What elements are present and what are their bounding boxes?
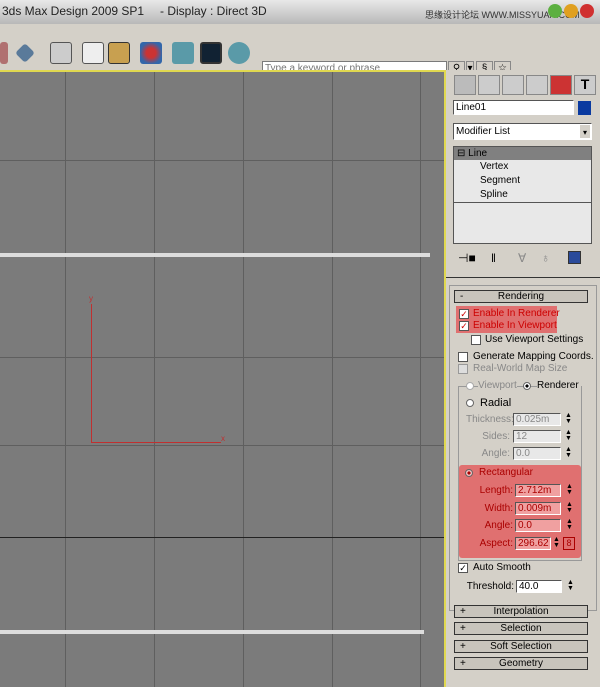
lock-aspect-icon[interactable]: 8 [563,537,575,550]
motion-tab-icon[interactable] [526,75,548,95]
rect-angle-label: Angle: [484,520,513,531]
radial-radio[interactable] [466,399,474,407]
curve-editor-icon[interactable] [82,42,104,64]
renderer-radio[interactable] [523,382,531,390]
generate-mapping-checkbox[interactable] [458,352,468,362]
modifier-list-dropdown[interactable]: Modifier List ▾ [453,123,592,140]
real-world-checkbox[interactable] [458,364,468,374]
length-spinner[interactable]: ▲ ▼ [565,483,574,497]
angle-field[interactable]: 0.0 [513,447,561,460]
angle-label: Angle: [481,448,510,459]
material-editor-icon[interactable] [140,42,162,64]
title-bar: 3ds Max Design 2009 SP1 - Display : Dire… [0,0,600,24]
maximize-button[interactable] [564,4,578,18]
main-toolbar: ⚲ ▾ § ☆ [0,24,600,76]
display-tab-icon[interactable] [550,75,572,95]
y-axis-label: y [89,294,93,303]
minimize-button[interactable] [548,4,562,18]
stack-item-spline[interactable]: Spline [454,188,591,203]
y-axis [91,304,92,443]
x-axis-label: x [221,434,225,443]
enable-renderer-checkbox[interactable]: ✓ [459,309,469,319]
line-object[interactable] [0,253,430,257]
auto-smooth-checkbox[interactable]: ✓ [458,563,468,573]
utilities-hammer-icon[interactable]: T [574,75,596,95]
pin-stack-icon[interactable]: ⊣■ [458,251,476,265]
enable-viewport-label: Enable In Viewport [473,320,557,331]
sides-spinner[interactable]: ▲ ▼ [564,429,573,443]
rect-angle-field[interactable]: 0.0 [515,519,561,532]
thickness-field[interactable]: 0.025m [513,413,561,426]
show-end-result-icon[interactable]: ‖ [491,251,496,265]
width-spinner[interactable]: ▲ ▼ [565,501,574,515]
object-name-field[interactable] [453,100,574,115]
viewport-top[interactable]: y x [0,70,446,687]
geometry-rollout[interactable]: + Geometry [454,657,588,670]
layers-icon[interactable] [50,42,72,64]
configure-sets-icon[interactable] [568,251,581,264]
stack-item-segment[interactable]: Segment [454,174,591,188]
aspect-label: Aspect: [479,538,513,549]
width-label: Width: [484,503,513,514]
render-frame-icon[interactable] [200,42,222,64]
width-field[interactable]: 0.009m [515,502,561,515]
quick-render-icon[interactable] [228,42,250,64]
app-title: 3ds Max Design 2009 SP1 [2,4,145,18]
length-field[interactable]: 2.712m [515,484,561,497]
modifier-list-label: Modifier List [456,126,510,137]
soft-selection-rollout[interactable]: + Soft Selection [454,640,588,653]
thickness-spinner[interactable]: ▲ ▼ [564,412,573,426]
tool-icon[interactable] [0,42,8,64]
generate-mapping-label: Generate Mapping Coords. [473,351,594,362]
aspect-field[interactable]: 296.62 [515,537,551,550]
rendering-rollout-header[interactable]: - Rendering [454,290,588,303]
hierarchy-tab-icon[interactable] [502,75,524,95]
enable-renderer-label: Enable In Renderer [473,308,560,319]
rect-angle-spinner[interactable]: ▲ ▼ [565,518,574,532]
object-color-swatch[interactable] [578,101,591,115]
use-viewport-settings-checkbox[interactable] [471,335,481,345]
schematic-icon[interactable] [108,42,130,64]
radial-label: Radial [480,397,512,409]
modify-tab-icon[interactable] [478,75,500,95]
threshold-spinner[interactable]: ▲ ▼ [566,579,575,593]
threshold-label: Threshold: [466,581,514,592]
make-unique-icon[interactable]: ∀ [518,251,526,265]
sides-field[interactable]: 12 [513,430,561,443]
renderer-radio-label: Renderer [537,380,581,391]
x-axis [91,442,221,443]
angle-spinner[interactable]: ▲ ▼ [564,446,573,460]
line-object[interactable] [0,630,424,634]
chevron-down-icon: ▾ [580,125,590,138]
display-mode: - Display : Direct 3D [160,4,267,18]
rectangular-label: Rectangular [479,467,533,478]
interpolation-rollout[interactable]: + Interpolation [454,605,588,618]
selection-rollout[interactable]: + Selection [454,622,588,635]
real-world-label: Real-World Map Size [473,363,568,374]
length-label: Length: [479,485,513,496]
material-icon[interactable] [15,43,35,63]
stack-item-line[interactable]: ⊟ Line [454,147,591,160]
stack-item-vertex[interactable]: Vertex [454,160,591,174]
viewport-radio-label: Viewport [478,380,517,391]
enable-viewport-checkbox[interactable]: ✓ [459,321,469,331]
viewport-radio[interactable] [466,382,474,390]
remove-modifier-icon[interactable]: ♁ [541,251,550,265]
threshold-field[interactable]: 40.0 [516,580,562,593]
create-tab-icon[interactable] [454,75,476,95]
sides-label: Sides: [482,431,510,442]
thickness-label: Thickness: [466,414,514,425]
auto-smooth-label: Auto Smooth [473,562,531,573]
rectangular-radio[interactable] [465,469,473,477]
use-viewport-settings-label: Use Viewport Settings [485,334,584,345]
close-button[interactable] [580,4,594,18]
aspect-spinner[interactable]: ▲ ▼ [552,536,561,550]
render-setup-icon[interactable] [172,42,194,64]
modifier-stack: ⊟ Line Vertex Segment Spline [453,146,592,244]
command-panel: T Modifier List ▾ ⊟ Line Vertex Segment S… [446,70,600,687]
